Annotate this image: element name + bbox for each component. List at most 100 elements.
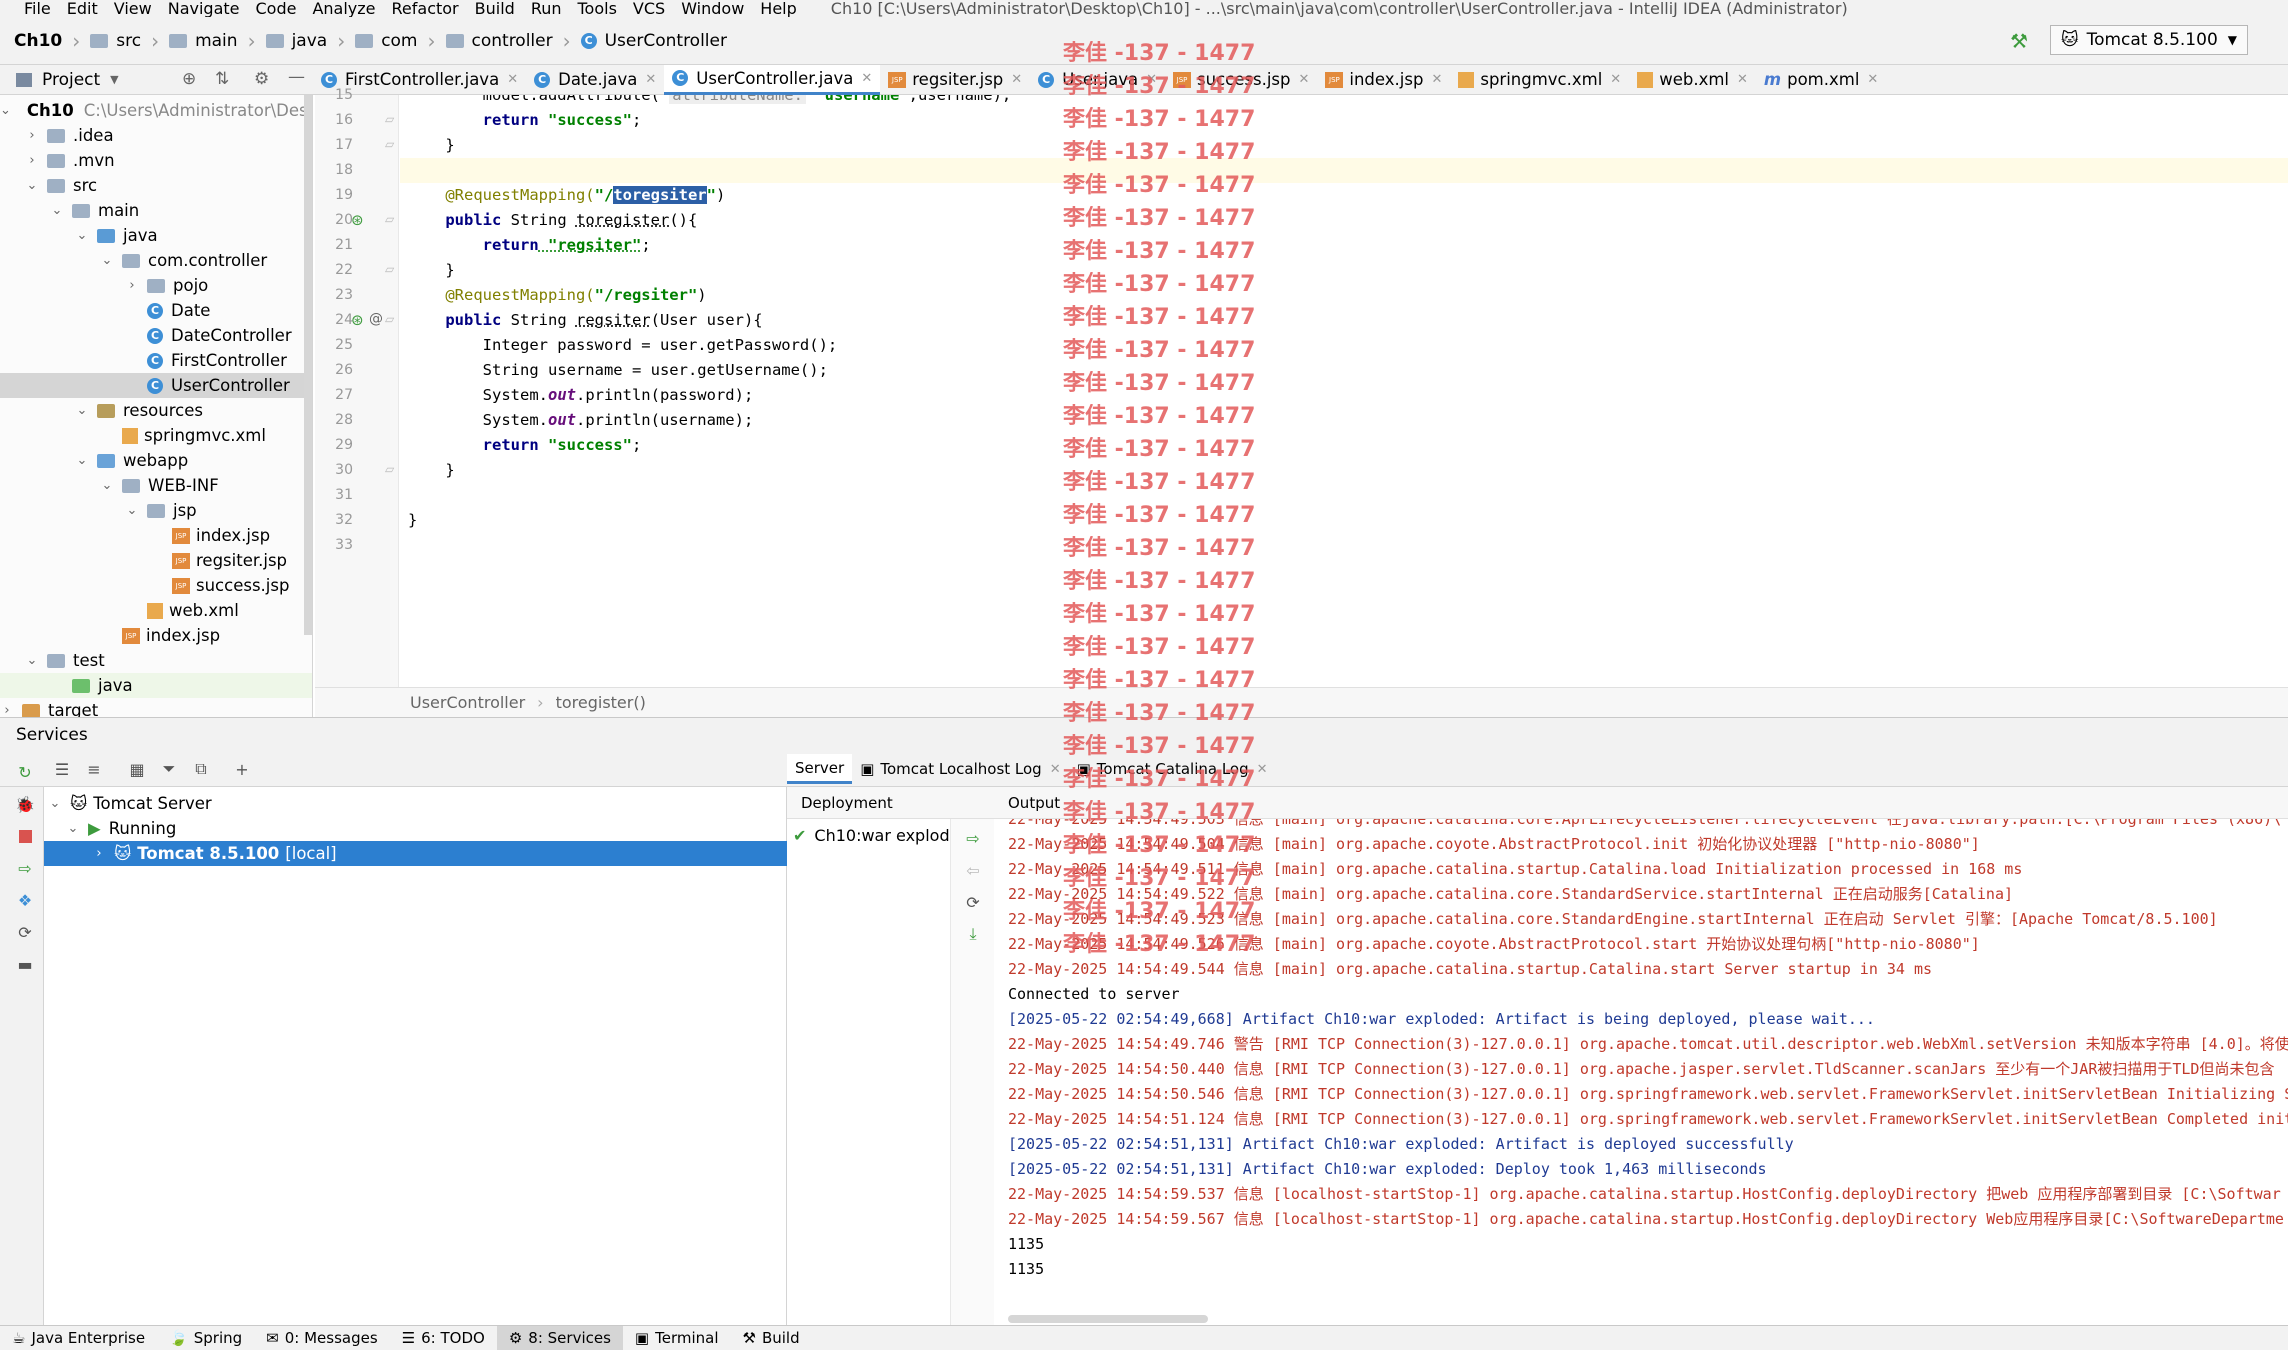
tree-item-main[interactable]: ⌄ main <box>0 198 312 223</box>
expand-all-icon[interactable]: ☰ <box>49 756 75 782</box>
collapse-all-icon[interactable]: ⇅ <box>215 69 229 89</box>
toolwindow-0-messages[interactable]: ✉ 0: Messages <box>254 1326 390 1350</box>
menu-item-view[interactable]: View <box>114 0 152 18</box>
tab-user-java[interactable]: C User.java ✕ <box>1030 65 1165 95</box>
close-icon[interactable]: ✕ <box>645 72 656 87</box>
gear-icon[interactable]: ⚙ <box>254 69 269 89</box>
breadcrumb-item[interactable]: controller <box>445 31 553 51</box>
toolwindow-8-services[interactable]: ⚙ 8: Services <box>496 1325 623 1350</box>
refresh-icon[interactable]: ⟳ <box>960 889 986 915</box>
tree-item-test[interactable]: ⌄ test <box>0 648 312 673</box>
group-icon[interactable]: ▦ <box>124 756 150 782</box>
tab-pom-xml[interactable]: m pom.xml ✕ <box>1756 65 1886 95</box>
breadcrumb-item[interactable]: Ch10 <box>14 31 62 51</box>
build-hammer-icon[interactable]: ⚒ <box>2010 29 2028 53</box>
tree-item--idea[interactable]: › .idea <box>0 123 312 148</box>
tab-tomcat-localhost-log[interactable]: ▣ Tomcat Localhost Log ✕ <box>852 754 1068 784</box>
console-output[interactable]: 22-May-2025 14:54:49.503 信息 [main] org.a… <box>994 819 2288 1325</box>
breadcrumb-item[interactable]: java <box>265 31 327 51</box>
fold-icon[interactable]: ▱ <box>385 312 394 326</box>
tab-success-jsp[interactable]: JSP success.jsp ✕ <box>1165 65 1317 95</box>
menu-item-file[interactable]: File <box>24 0 51 18</box>
menu-item-navigate[interactable]: Navigate <box>168 0 240 18</box>
close-icon[interactable]: ✕ <box>1050 762 1061 777</box>
toolwindow-terminal[interactable]: ▣ Terminal <box>623 1326 731 1350</box>
close-icon[interactable]: ✕ <box>507 72 518 87</box>
menu-item-help[interactable]: Help <box>760 0 796 18</box>
run-config-select[interactable]: 🐱 Tomcat 8.5.100 ▼ <box>2049 25 2248 55</box>
tab-web-xml[interactable]: web.xml ✕ <box>1629 65 1756 95</box>
tree-item-pojo[interactable]: › pojo <box>0 273 312 298</box>
chevron-right-icon[interactable]: › <box>25 128 39 143</box>
menu-item-edit[interactable]: Edit <box>67 0 98 18</box>
refresh-icon[interactable]: ⟳ <box>12 919 38 945</box>
chevron-down-icon[interactable]: ⌄ <box>100 253 114 268</box>
debug-icon[interactable]: 🐞 <box>12 791 38 817</box>
code-editor[interactable]: model.addAttribute( attributeName: "user… <box>400 95 2288 687</box>
close-icon[interactable]: ✕ <box>1867 72 1878 87</box>
locate-icon[interactable]: ⊕ <box>182 69 196 89</box>
close-icon[interactable]: ✕ <box>1610 72 1621 87</box>
close-icon[interactable]: ✕ <box>861 71 872 86</box>
menu-item-run[interactable]: Run <box>531 0 562 18</box>
tree-item-src[interactable]: ⌄ src <box>0 173 312 198</box>
tree-item-web-xml[interactable]: web.xml <box>0 598 312 623</box>
tab-date-java[interactable]: C Date.java ✕ <box>526 65 664 95</box>
chevron-down-icon[interactable]: ▼ <box>110 73 118 86</box>
close-icon[interactable]: ✕ <box>1431 72 1442 87</box>
running-node[interactable]: ⌄ ▶ Running <box>66 816 177 841</box>
output-scrollbar[interactable] <box>1008 1315 1208 1323</box>
project-panel-title[interactable]: Project <box>42 70 100 90</box>
toolwindow-build[interactable]: ⚒ Build <box>731 1326 812 1350</box>
tree-item-date[interactable]: C Date <box>0 298 312 323</box>
menu-item-build[interactable]: Build <box>475 0 515 18</box>
filter-icon[interactable]: ⏷ <box>156 756 182 782</box>
chevron-right-icon[interactable]: › <box>125 278 139 293</box>
tomcat-instance-node[interactable]: › 🐱 Tomcat 8.5.100 [local] <box>44 841 787 866</box>
tree-item-usercontroller[interactable]: C UserController <box>0 373 312 398</box>
tree-item-springmvc-xml[interactable]: springmvc.xml <box>0 423 312 448</box>
tree-item--mvn[interactable]: › .mvn <box>0 148 312 173</box>
rerun-icon[interactable]: ↻ <box>12 759 38 785</box>
breadcrumb-item[interactable]: src <box>90 31 141 51</box>
minimize-icon[interactable]: — <box>288 67 305 87</box>
tree-item-java[interactable]: ⌄ java <box>0 223 312 248</box>
mapping-icon[interactable]: ⊛ <box>351 311 364 329</box>
fold-icon[interactable]: ▱ <box>385 112 394 126</box>
close-icon[interactable]: ✕ <box>1011 72 1022 87</box>
fold-icon[interactable]: ▱ <box>385 212 394 226</box>
tomcat-server-node[interactable]: ⌄ 🐱 Tomcat Server <box>44 791 787 816</box>
chevron-down-icon[interactable]: ⌄ <box>100 478 114 493</box>
tree-item-firstcontroller[interactable]: C FirstController <box>0 348 312 373</box>
close-icon[interactable]: ✕ <box>1298 72 1309 87</box>
download-icon[interactable]: ⤓ <box>960 921 986 947</box>
tree-item-target[interactable]: › target <box>0 698 312 717</box>
chevron-right-icon[interactable]: › <box>25 153 39 168</box>
tree-item-ch10[interactable]: ⌄ Ch10 C:\Users\Administrator\Deskto <box>0 98 312 123</box>
chevron-down-icon[interactable]: ⌄ <box>25 653 39 668</box>
fold-icon[interactable]: ▱ <box>385 262 394 276</box>
close-icon[interactable]: ✕ <box>1737 72 1748 87</box>
new-tab-icon[interactable]: ⧉ <box>188 756 214 782</box>
menu-item-tools[interactable]: Tools <box>578 0 617 18</box>
deploy-icon[interactable]: ⇨ <box>12 855 38 881</box>
editor-breadcrumb-class[interactable]: UserController <box>410 693 525 712</box>
toolwindow-java-enterprise[interactable]: ☕ Java Enterprise <box>0 1326 157 1350</box>
tree-item-index-jsp[interactable]: JSP index.jsp <box>0 523 312 548</box>
mapping-icon[interactable]: ⊛ <box>351 211 364 229</box>
fold-icon[interactable]: ▱ <box>385 137 394 151</box>
stop-icon[interactable] <box>12 823 38 849</box>
deploy-icon[interactable]: ⇨ <box>960 825 986 851</box>
tab-server[interactable]: Server <box>787 754 853 784</box>
chevron-down-icon[interactable]: ⌄ <box>25 178 39 193</box>
tree-item-jsp[interactable]: ⌄ jsp <box>0 498 312 523</box>
tab-tomcat-catalina-log[interactable]: ▣ Tomcat Catalina Log ✕ <box>1069 754 1276 784</box>
chevron-down-icon[interactable]: ⌄ <box>50 203 64 218</box>
menu-item-vcs[interactable]: VCS <box>633 0 665 18</box>
chevron-down-icon[interactable]: ⌄ <box>75 403 89 418</box>
layout-icon[interactable]: ▬ <box>12 951 38 977</box>
close-icon[interactable]: ✕ <box>1146 72 1157 87</box>
menu-item-analyze[interactable]: Analyze <box>312 0 375 18</box>
tree-item-web-inf[interactable]: ⌄ WEB-INF <box>0 473 312 498</box>
tree-item-java[interactable]: java <box>0 673 312 698</box>
